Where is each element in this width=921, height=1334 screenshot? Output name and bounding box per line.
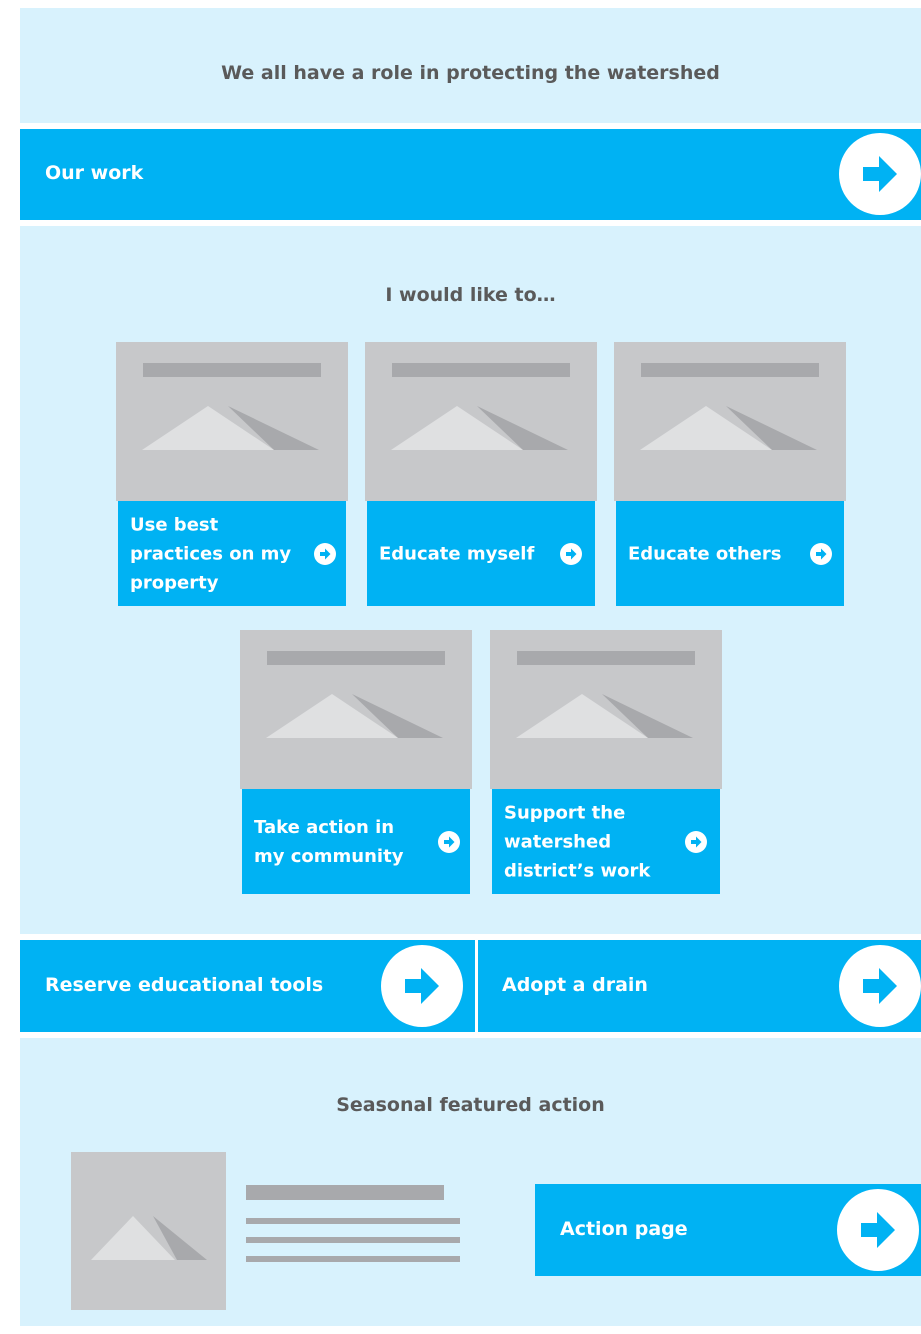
card-label: Take action in my community (254, 816, 404, 867)
arrow-right-circle-icon[interactable] (438, 830, 460, 853)
arrow-right-circle-icon[interactable] (560, 542, 582, 565)
would-like-section: I would like to… Use best practices on m… (20, 226, 921, 934)
card-label-box[interactable]: Support the watershed district’s work (492, 789, 720, 894)
arrow-right-circle-icon[interactable] (810, 542, 832, 565)
card-image-placeholder (490, 630, 722, 789)
seasonal-image-placeholder (71, 1152, 226, 1310)
adopt-drain-button[interactable]: Adopt a drain (478, 940, 921, 1032)
card-label-box[interactable]: Educate myself (367, 501, 595, 606)
arrow-right-circle-icon[interactable] (685, 830, 707, 853)
reserve-tools-button[interactable]: Reserve educational tools (20, 940, 475, 1032)
header-banner: We all have a role in protecting the wat… (20, 8, 921, 123)
card-label: Educate myself (379, 543, 535, 564)
action-page-label: Action page (560, 1218, 688, 1240)
image-placeholder-icon (516, 694, 693, 738)
placeholder-text-line (246, 1237, 460, 1243)
our-work-label: Our work (45, 162, 144, 184)
card-best-practices[interactable]: Use best practices on my property (116, 342, 348, 606)
action-page-button[interactable]: Action page (535, 1184, 921, 1276)
image-placeholder-icon (91, 1216, 207, 1260)
card-label-box[interactable]: Use best practices on my property (118, 501, 346, 606)
placeholder-text-line (246, 1256, 460, 1262)
card-label: Educate others (628, 543, 782, 564)
placeholder-bar (392, 363, 570, 377)
placeholder-text-line (246, 1218, 460, 1224)
page-title: We all have a role in protecting the wat… (221, 62, 720, 84)
image-placeholder-icon (142, 406, 319, 450)
seasonal-text-placeholder (246, 1185, 461, 1263)
would-like-title: I would like to… (385, 284, 556, 306)
placeholder-bar (143, 363, 321, 377)
seasonal-section: Seasonal featured action Action page (20, 1038, 921, 1326)
card-image-placeholder (365, 342, 597, 501)
card-image-placeholder (614, 342, 846, 501)
arrow-right-circle-icon[interactable] (839, 945, 921, 1027)
adopt-drain-label: Adopt a drain (502, 974, 648, 996)
placeholder-bar (641, 363, 819, 377)
card-image-placeholder (116, 342, 348, 501)
reserve-tools-label: Reserve educational tools (45, 974, 324, 996)
card-label-box[interactable]: Educate others (616, 501, 844, 606)
card-educate-others[interactable]: Educate others (614, 342, 846, 606)
card-take-action[interactable]: Take action in my community (240, 630, 472, 894)
arrow-right-circle-icon[interactable] (381, 945, 463, 1027)
arrow-right-circle-icon[interactable] (837, 1189, 919, 1271)
placeholder-bar (517, 651, 695, 665)
placeholder-heading-bar (246, 1185, 444, 1200)
arrow-right-circle-icon[interactable] (839, 133, 921, 215)
placeholder-bar (267, 651, 445, 665)
arrow-right-circle-icon[interactable] (314, 542, 336, 565)
image-placeholder-icon (640, 406, 817, 450)
card-label-box[interactable]: Take action in my community (242, 789, 470, 894)
image-placeholder-icon (266, 694, 443, 738)
card-support-district[interactable]: Support the watershed district’s work (490, 630, 722, 894)
image-placeholder-icon (391, 406, 568, 450)
card-educate-myself[interactable]: Educate myself (365, 342, 597, 606)
our-work-button[interactable]: Our work (20, 129, 921, 220)
card-label: Use best practices on my property (130, 514, 292, 593)
card-image-placeholder (240, 630, 472, 789)
card-label: Support the watershed district’s work (504, 802, 651, 881)
seasonal-title: Seasonal featured action (336, 1094, 605, 1116)
